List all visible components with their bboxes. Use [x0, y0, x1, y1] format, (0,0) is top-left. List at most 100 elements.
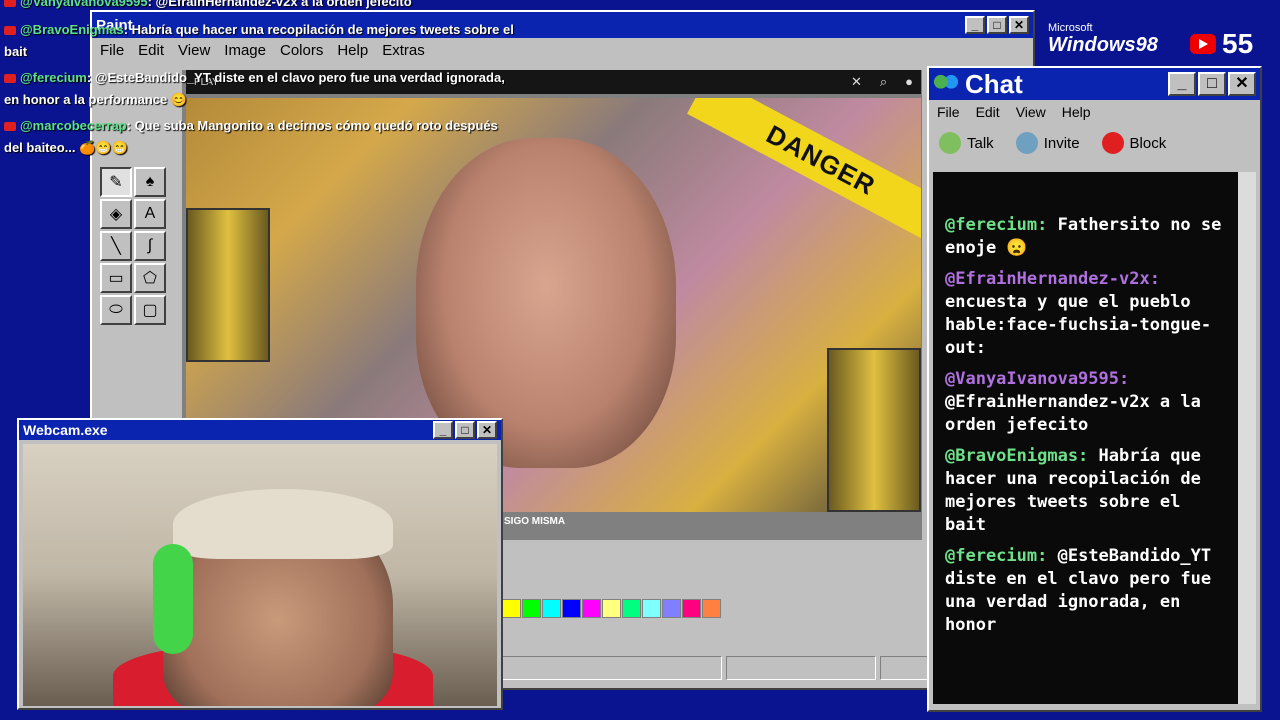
paint-statusbar — [502, 656, 928, 680]
palette-swatch[interactable] — [642, 599, 661, 618]
rectangle-tool-icon[interactable]: ▭ — [100, 263, 132, 293]
viewer-count: 55 — [1222, 28, 1254, 59]
brush-tool-icon[interactable]: ♠ — [134, 167, 166, 197]
minimize-button[interactable]: _ — [433, 421, 453, 439]
maximize-button[interactable]: □ — [1198, 72, 1226, 96]
overlay-message: @VanyaIvanova9595: @EfrainHernandez-v2x … — [4, 0, 412, 9]
palette-swatch[interactable] — [622, 599, 641, 618]
line-tool-icon[interactable]: ╲ — [100, 231, 132, 261]
chat-menu-help[interactable]: Help — [1062, 104, 1091, 120]
palette-swatch[interactable] — [702, 599, 721, 618]
pencil-tool-icon[interactable]: ✎ — [100, 167, 132, 197]
close-icon[interactable]: ✕ — [851, 74, 862, 90]
chat-menu-edit[interactable]: Edit — [976, 104, 1000, 120]
barrel-image — [827, 348, 921, 512]
overlay-message: @marcobecerrap: Que suba Mangonito a dec… — [4, 118, 498, 133]
talk-label: Talk — [967, 134, 994, 152]
palette-swatch[interactable] — [602, 599, 621, 618]
chat-username: @VanyaIvanova9595: — [945, 369, 1130, 389]
close-button[interactable]: ✕ — [1228, 72, 1256, 96]
chat-titlebar[interactable]: Chat _ □ ✕ — [929, 68, 1260, 100]
invite-icon — [1015, 132, 1038, 154]
youtube-icon — [4, 122, 16, 132]
youtube-icon — [4, 74, 16, 84]
rounded-rect-tool-icon[interactable]: ▢ — [134, 295, 166, 325]
overlay-text: : Que suba Mangonito a decirnos cómo que… — [126, 118, 498, 133]
search-icon[interactable]: ⌕ — [880, 74, 887, 90]
overlay-username: @VanyaIvanova9595 — [20, 0, 148, 9]
block-label: Block — [1129, 134, 1167, 152]
text-tool-icon[interactable]: A — [134, 199, 166, 229]
invite-label: Invite — [1043, 134, 1080, 152]
chat-username: @ferecium: — [945, 546, 1048, 566]
maximize-button[interactable]: □ — [987, 16, 1007, 34]
menu-help[interactable]: Help — [337, 42, 368, 59]
maximize-button[interactable]: □ — [455, 421, 475, 439]
chat-username: @EfrainHernandez-v2x: — [945, 269, 1160, 289]
menu-image[interactable]: Image — [224, 42, 266, 59]
close-button[interactable]: ✕ — [1009, 16, 1029, 34]
chat-scrollbar[interactable] — [1238, 172, 1256, 704]
menu-file[interactable]: File — [100, 42, 124, 59]
palette-swatch[interactable] — [542, 599, 561, 618]
overlay-username: @BravoEnigmas — [20, 22, 124, 37]
chat-text: encuesta y que el pueblo hable:face-fuch… — [945, 292, 1212, 358]
curve-tool-icon[interactable]: ∫ — [134, 231, 166, 261]
menu-extras[interactable]: Extras — [382, 42, 425, 59]
overlay-text: : @EfrainHernandez-v2x a la orden jefeci… — [147, 0, 412, 9]
youtube-icon — [1190, 34, 1216, 54]
palette-swatch[interactable] — [582, 599, 601, 618]
palette-swatch[interactable] — [682, 599, 701, 618]
menu-view[interactable]: View — [178, 42, 210, 59]
chat-message: @VanyaIvanova9595: @EfrainHernandez-v2x … — [945, 368, 1228, 437]
ellipse-tool-icon[interactable]: ⬭ — [100, 295, 132, 325]
palette-swatch[interactable] — [502, 599, 521, 618]
overlay-message-cont: bait — [4, 44, 28, 59]
overlay-username: @marcobecerrap — [20, 118, 127, 133]
chat-message: @EfrainHernandez-v2x: encuesta y que el … — [945, 268, 1228, 360]
webcam-titlebar[interactable]: Webcam.exe _ □ ✕ — [19, 420, 501, 440]
minimize-button[interactable]: _ — [1168, 72, 1196, 96]
close-button[interactable]: ✕ — [477, 421, 497, 439]
paint-toolbox: ✎ ♠ ◈ A ╲ ∫ ▭ ⬠ ⬭ ▢ — [100, 167, 166, 325]
overlay-message-cont: en honor a la performance 😊 — [4, 92, 188, 107]
chat-toolbar: Talk Invite Block — [929, 124, 1260, 162]
person-cap — [173, 489, 393, 559]
mic-icon[interactable]: ● — [905, 74, 913, 90]
talk-icon — [939, 132, 961, 154]
chat-people-icon — [933, 73, 959, 95]
color-palette — [502, 599, 721, 618]
overlay-text: : @EsteBandido_YT diste en el clavo pero… — [86, 70, 505, 85]
chat-title: Chat — [965, 68, 1023, 99]
menu-colors[interactable]: Colors — [280, 42, 323, 59]
invite-button[interactable]: Invite — [1015, 132, 1080, 154]
chat-window: Chat _ □ ✕ File Edit View Help Talk Invi… — [927, 66, 1262, 712]
chat-menu-file[interactable]: File — [937, 104, 960, 120]
talk-button[interactable]: Talk — [939, 132, 994, 154]
webcam-window: Webcam.exe _ □ ✕ — [17, 418, 503, 710]
palette-swatch[interactable] — [522, 599, 541, 618]
menu-edit[interactable]: Edit — [138, 42, 164, 59]
block-button[interactable]: Block — [1101, 132, 1167, 154]
overlay-username: @ferecium — [20, 70, 87, 85]
headphones-icon — [153, 544, 193, 654]
chat-username: @ferecium: — [945, 215, 1048, 235]
fill-tool-icon[interactable]: ◈ — [100, 199, 132, 229]
overlay-message-cont: del baiteo... 🍊😁😁 — [4, 140, 128, 155]
chat-menu-view[interactable]: View — [1016, 104, 1046, 120]
microsoft-label: Microsoft — [1048, 22, 1093, 34]
chat-messages: @ferecium: Fathersito no se enoje 😦 @Efr… — [933, 172, 1238, 704]
webcam-feed — [23, 444, 497, 706]
polygon-tool-icon[interactable]: ⬠ — [134, 263, 166, 293]
minimize-button[interactable]: _ — [965, 16, 985, 34]
youtube-icon — [4, 0, 16, 8]
barrel-image — [186, 208, 270, 362]
youtube-icon — [4, 26, 16, 36]
palette-swatch[interactable] — [662, 599, 681, 618]
overlay-text: : Habría que hacer una recopilación de m… — [123, 22, 514, 37]
palette-swatch[interactable] — [562, 599, 581, 618]
chat-message: @ferecium: @EsteBandido_YT diste en el c… — [945, 545, 1228, 637]
overlay-message: @BravoEnigmas: Habría que hacer una reco… — [4, 22, 514, 37]
status-cell — [726, 656, 876, 680]
chat-message: @BravoEnigmas: Habría que hacer una reco… — [945, 445, 1228, 537]
